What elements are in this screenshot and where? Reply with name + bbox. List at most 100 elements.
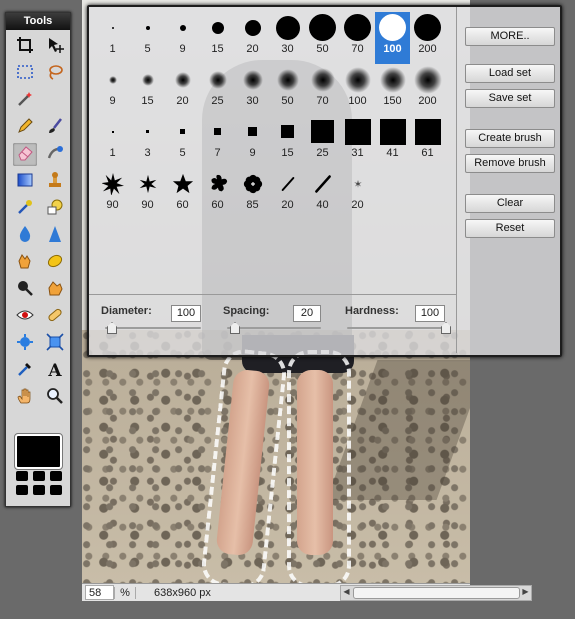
option-swatch[interactable] (33, 471, 45, 481)
brush-preset[interactable]: 100 (375, 12, 410, 64)
spot-heal-tool[interactable] (43, 305, 67, 328)
marquee-tool[interactable] (13, 62, 37, 85)
brush-preset[interactable]: 85 (235, 168, 270, 220)
foreground-color-swatch[interactable] (14, 433, 63, 470)
brush-preset[interactable]: 25 (305, 116, 340, 168)
brush-preset[interactable]: 150 (375, 64, 410, 116)
bloat-tool[interactable] (13, 332, 37, 355)
brush-preset[interactable]: 1 (95, 116, 130, 168)
zoom-input[interactable]: 58 (85, 585, 114, 600)
dodge-icon (16, 279, 34, 301)
wand-tool[interactable] (13, 89, 37, 112)
smudge-tool[interactable] (13, 251, 37, 274)
horizontal-scrollbar[interactable]: ◀ ▶ (340, 585, 532, 601)
shape-tool[interactable] (43, 197, 67, 220)
gradient-tool[interactable] (13, 170, 37, 193)
scroll-right-arrow[interactable]: ▶ (520, 586, 531, 598)
brush-preset[interactable]: 9 (95, 64, 130, 116)
dodge-tool[interactable] (13, 278, 37, 301)
brush-preset[interactable]: 1 (95, 12, 130, 64)
create-brush-button[interactable]: Create brush (465, 129, 555, 148)
brush-preset[interactable]: 60 (200, 168, 235, 220)
brush-preset[interactable]: 15 (270, 116, 305, 168)
brush-preset[interactable]: 20 (340, 168, 375, 220)
eraser-tool[interactable] (13, 143, 37, 166)
sharpen-tool[interactable] (43, 224, 67, 247)
pinch-tool[interactable] (43, 332, 67, 355)
spacing-slider-handle[interactable] (230, 322, 240, 334)
diameter-input[interactable]: 100 (171, 305, 201, 322)
brush-preset[interactable]: 5 (130, 12, 165, 64)
option-swatch[interactable] (50, 485, 62, 495)
brush-preset[interactable]: 9 (235, 116, 270, 168)
pencil-tool[interactable] (13, 116, 37, 139)
diameter-slider-handle[interactable] (107, 322, 117, 334)
brush-preset[interactable]: 15 (200, 12, 235, 64)
scroll-left-arrow[interactable]: ◀ (341, 586, 352, 598)
hardness-input[interactable]: 100 (415, 305, 445, 322)
eyedropper-tool[interactable] (13, 359, 37, 382)
type-tool[interactable]: A (43, 359, 67, 382)
sponge-tool[interactable] (43, 251, 67, 274)
option-swatch[interactable] (16, 485, 28, 495)
load-set-button[interactable]: Load set (465, 64, 555, 83)
reset-button[interactable]: Reset (465, 219, 555, 238)
option-swatch[interactable] (33, 485, 45, 495)
brush-preset[interactable]: 90 (95, 168, 130, 220)
brush-preset[interactable]: 30 (235, 64, 270, 116)
brush-preset[interactable]: 200 (410, 12, 445, 64)
type-icon: A (46, 360, 64, 382)
spacing-slider-track[interactable] (227, 327, 321, 329)
red-eye-icon (16, 306, 34, 328)
brush-preset[interactable]: 70 (305, 64, 340, 116)
brush-preset[interactable]: 20 (270, 168, 305, 220)
brush-preset[interactable]: 25 (200, 64, 235, 116)
brush-preset[interactable]: 20 (235, 12, 270, 64)
brush-preset[interactable]: 90 (130, 168, 165, 220)
save-set-button[interactable]: Save set (465, 89, 555, 108)
stamp-tool[interactable] (43, 170, 67, 193)
lasso-tool[interactable] (43, 62, 67, 85)
brush-preset[interactable]: 7 (200, 116, 235, 168)
option-swatch[interactable] (16, 471, 28, 481)
brush-preset[interactable]: 41 (375, 116, 410, 168)
blur-tool[interactable] (13, 224, 37, 247)
zoom-tool[interactable] (43, 386, 67, 409)
move-tool[interactable] (43, 35, 67, 58)
brush-preset[interactable]: 70 (340, 12, 375, 64)
brush-preset[interactable]: 60 (165, 168, 200, 220)
brush-preset[interactable]: 5 (165, 116, 200, 168)
brush-preset[interactable]: 31 (340, 116, 375, 168)
red-eye-tool[interactable] (13, 305, 37, 328)
selection-marquee-right (287, 350, 351, 588)
replace-color-tool[interactable] (43, 143, 67, 166)
brush-preset[interactable]: 15 (130, 64, 165, 116)
brush-preset[interactable]: 9 (165, 12, 200, 64)
brush-size-label: 20 (246, 43, 259, 55)
brush-preset[interactable]: 30 (270, 12, 305, 64)
remove-brush-button[interactable]: Remove brush (465, 154, 555, 173)
brush-preset[interactable]: 50 (305, 12, 340, 64)
hardness-slider-track[interactable] (347, 327, 445, 329)
horizontal-scroll-thumb[interactable] (353, 587, 520, 599)
hand-tool[interactable] (13, 386, 37, 409)
diameter-slider-track[interactable] (105, 327, 201, 329)
brush-preset[interactable]: 3 (130, 116, 165, 168)
brush-preset[interactable]: 20 (165, 64, 200, 116)
crop-tool[interactable] (13, 35, 37, 58)
color-replace-tool[interactable] (13, 197, 37, 220)
hardness-slider-handle[interactable] (441, 322, 451, 334)
spacing-input[interactable]: 20 (293, 305, 321, 322)
clear-button[interactable]: Clear (465, 194, 555, 213)
burn-tool[interactable] (43, 278, 67, 301)
brush-preset[interactable]: 50 (270, 64, 305, 116)
brush-tip-icon (108, 64, 117, 95)
brush-preset[interactable]: 100 (340, 64, 375, 116)
brush-tip-icon (145, 12, 150, 43)
more-button[interactable]: MORE.. (465, 27, 555, 46)
brush-preset[interactable]: 200 (410, 64, 445, 116)
brush-preset[interactable]: 61 (410, 116, 445, 168)
option-swatch[interactable] (50, 471, 62, 481)
brush-preset[interactable]: 40 (305, 168, 340, 220)
brush-tool[interactable] (43, 116, 67, 139)
